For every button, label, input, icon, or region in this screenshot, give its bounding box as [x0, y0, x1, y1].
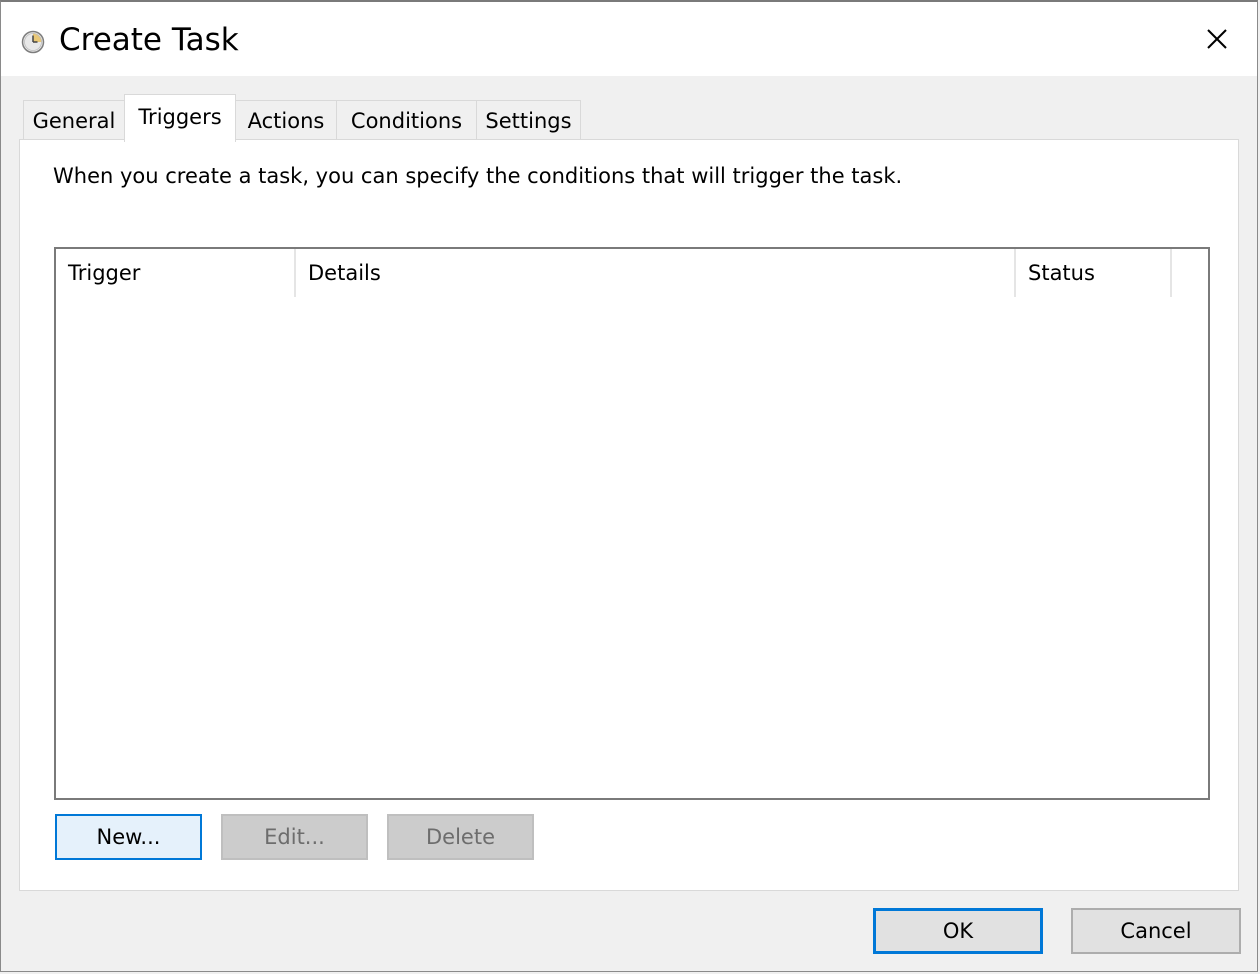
tab-triggers[interactable]: Triggers: [124, 94, 236, 142]
close-button[interactable]: [1177, 2, 1257, 76]
tab-conditions[interactable]: Conditions: [336, 100, 477, 140]
cancel-button[interactable]: Cancel: [1071, 908, 1241, 954]
triggers-list[interactable]: Trigger Details Status: [54, 247, 1210, 800]
new-trigger-button[interactable]: New...: [55, 814, 202, 860]
tab-settings[interactable]: Settings: [476, 100, 581, 140]
delete-trigger-button[interactable]: Delete: [387, 814, 534, 860]
triggers-panel: When you create a task, you can specify …: [19, 139, 1239, 891]
column-header-status[interactable]: Status: [1016, 249, 1172, 297]
triggers-description: When you create a task, you can specify …: [53, 164, 903, 188]
tab-actions[interactable]: Actions: [235, 100, 337, 140]
close-icon: [1207, 29, 1227, 49]
column-header-details[interactable]: Details: [296, 249, 1016, 297]
clock-icon: [21, 30, 45, 54]
ok-button[interactable]: OK: [873, 908, 1043, 954]
edit-trigger-button[interactable]: Edit...: [221, 814, 368, 860]
column-header-trigger[interactable]: Trigger: [56, 249, 296, 297]
list-header: Trigger Details Status: [56, 249, 1208, 297]
create-task-dialog: Create Task General Triggers Actions Con…: [0, 0, 1258, 972]
title-bar: Create Task: [1, 2, 1257, 76]
tab-general[interactable]: General: [23, 100, 125, 140]
window-title: Create Task: [59, 22, 239, 58]
